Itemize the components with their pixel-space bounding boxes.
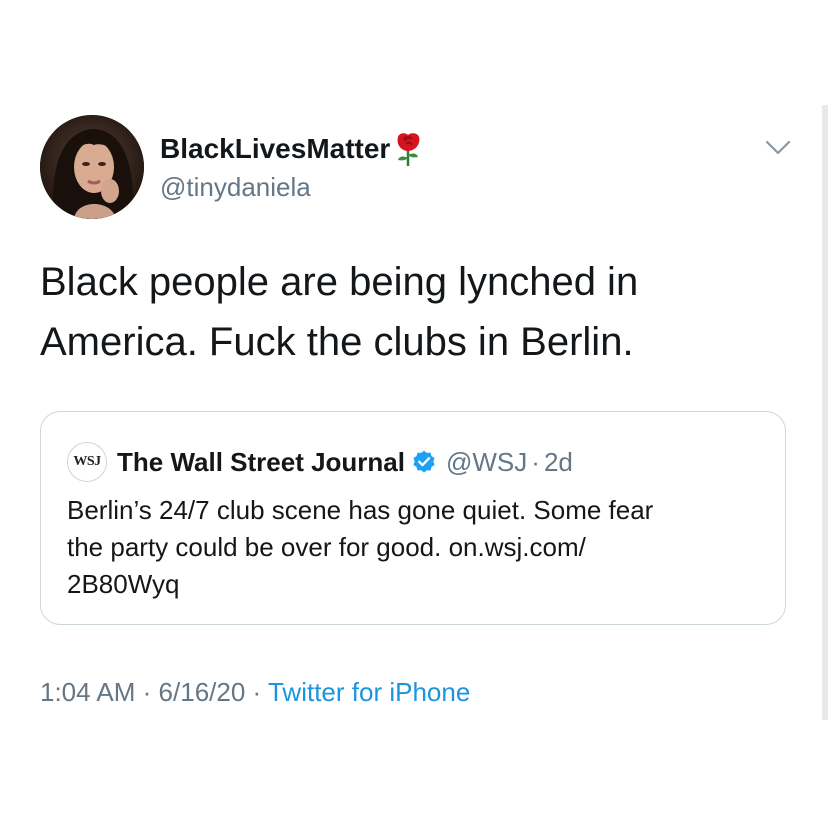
quoted-tweet-header: WSJ The Wall Street Journal @WSJ · 2d	[67, 442, 573, 482]
quoted-tweet-time: 2d	[543, 447, 573, 477]
wsj-logo-text: WSJ	[73, 454, 101, 469]
tweet-meta: 1:04 AM · 6/16/20 · Twitter for iPhone	[40, 675, 470, 709]
quoted-tweet-card[interactable]: WSJ The Wall Street Journal @WSJ · 2d Be…	[40, 411, 786, 625]
display-name[interactable]: BlackLivesMatter	[160, 131, 423, 167]
separator-dot: ·	[142, 677, 152, 707]
tweet-text-line: Black people are being lynched in	[40, 260, 639, 304]
tweet-text-line: America. Fuck the clubs in Berlin.	[40, 320, 634, 364]
quoted-tweet-handle[interactable]: @WSJ	[446, 446, 527, 478]
chevron-down-icon[interactable]	[763, 135, 793, 159]
display-name-text: BlackLivesMatter	[160, 133, 391, 164]
scrollbar-edge	[822, 105, 828, 720]
quoted-tweet-text-line: Berlin’s 24/7 club scene has gone quiet.…	[67, 495, 654, 525]
verified-badge-icon	[411, 449, 437, 475]
rose-icon	[393, 131, 423, 167]
separator-dot: ·	[252, 677, 262, 707]
tweet-date: 6/16/20	[158, 677, 246, 707]
tweet-time: 1:04 AM	[40, 677, 136, 707]
tweet-text: Black people are being lynched in Americ…	[40, 252, 800, 372]
quoted-tweet-text-line: 2B80Wyq	[67, 569, 180, 599]
quoted-tweet-name[interactable]: The Wall Street Journal	[117, 446, 405, 478]
user-handle[interactable]: @tinydaniela	[160, 171, 311, 203]
wsj-logo: WSJ	[67, 442, 107, 482]
separator-dot: ·	[531, 447, 540, 477]
quoted-tweet-text: Berlin’s 24/7 club scene has gone quiet.…	[67, 492, 767, 603]
tweet-source-link[interactable]: Twitter for iPhone	[268, 677, 470, 707]
avatar[interactable]	[40, 115, 144, 219]
avatar-photo	[40, 115, 144, 219]
quoted-tweet-text-line: the party could be over for good. on.wsj…	[67, 532, 586, 562]
